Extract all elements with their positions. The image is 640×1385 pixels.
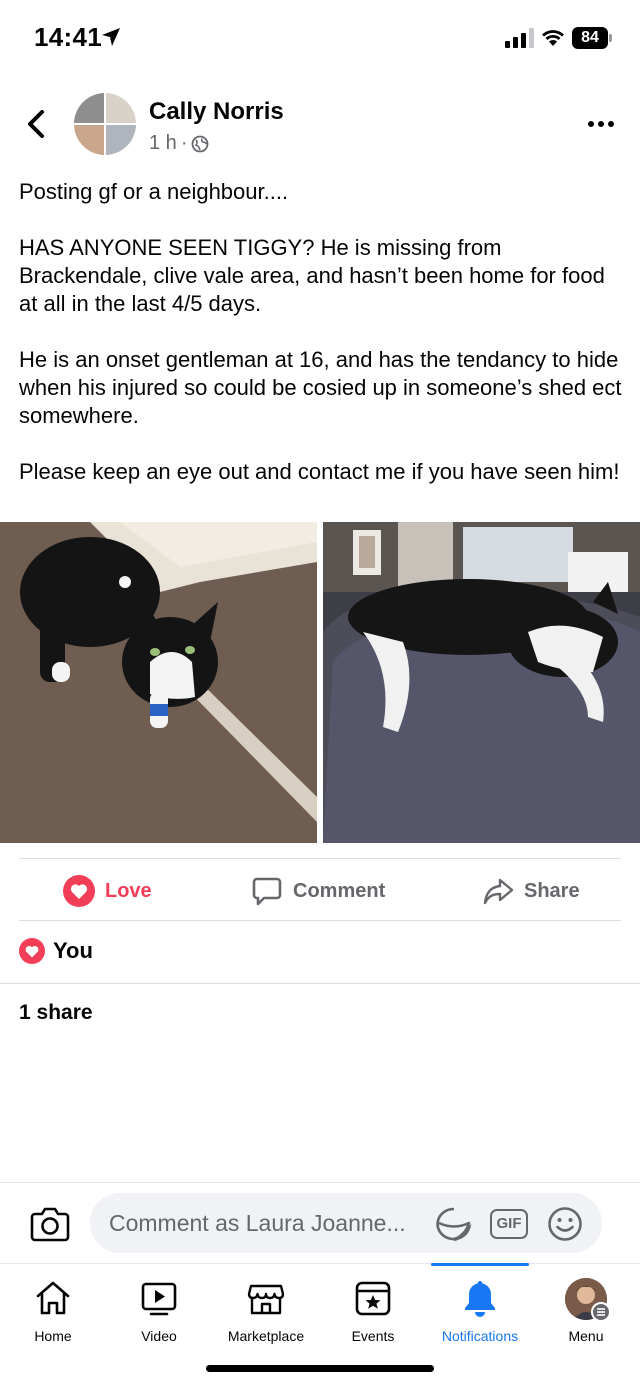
battery-tip	[609, 34, 612, 42]
sticker-icon[interactable]	[435, 1206, 473, 1242]
nav-menu-label: Menu	[568, 1328, 604, 1344]
menu-badge-icon	[591, 1302, 611, 1322]
nav-notifications[interactable]: Notifications	[427, 1264, 533, 1354]
camera-icon[interactable]	[30, 1205, 70, 1243]
reactions-summary[interactable]: You	[19, 938, 93, 964]
nav-events[interactable]: Events	[320, 1264, 426, 1354]
wifi-icon	[542, 30, 564, 46]
more-dot	[588, 121, 594, 127]
divider	[0, 983, 640, 984]
love-label: Love	[105, 879, 152, 902]
cat-photo-sleeping[interactable]	[323, 522, 640, 843]
nav-video[interactable]: Video	[106, 1264, 212, 1354]
divider	[19, 858, 621, 859]
post-paragraph: Posting gf or a neighbour....	[19, 179, 289, 204]
post-time: 1 h	[149, 132, 177, 154]
nav-home-label: Home	[34, 1328, 72, 1344]
love-reaction-icon	[19, 938, 45, 964]
battery-level: 84	[572, 27, 608, 49]
home-indicator	[206, 1365, 434, 1372]
nav-notifications-label: Notifications	[441, 1328, 519, 1344]
share-count[interactable]: 1 share	[19, 1001, 93, 1025]
nav-menu[interactable]: Menu	[533, 1264, 639, 1354]
post-paragraph: Please keep an eye out and contact me if…	[19, 459, 620, 484]
post-text: Posting gf or a neighbour.... HAS ANYONE…	[19, 178, 624, 486]
cellular-signal-icon	[505, 28, 534, 48]
status-bar: 14:41 84	[0, 0, 640, 78]
comment-placeholder: Comment as Laura Joanne...	[109, 1210, 406, 1236]
more-options-button[interactable]	[588, 112, 616, 136]
meta-separator: ·	[180, 132, 188, 154]
emoji-icon[interactable]	[547, 1206, 583, 1242]
video-icon	[141, 1282, 177, 1316]
marketplace-icon	[247, 1284, 285, 1315]
divider	[19, 920, 621, 921]
comment-button[interactable]: Comment	[251, 873, 385, 909]
love-reaction-icon	[63, 875, 95, 907]
nav-video-label: Video	[141, 1328, 177, 1344]
composer-divider	[0, 1182, 640, 1183]
gif-button[interactable]: GIF	[490, 1209, 528, 1239]
comment-input[interactable]: Comment as Laura Joanne... GIF	[90, 1193, 602, 1253]
reactions-label: You	[53, 938, 93, 963]
love-button[interactable]: Love	[63, 873, 152, 909]
events-icon	[355, 1281, 391, 1316]
post-paragraph: He is an onset gentleman at 16, and has …	[19, 347, 622, 428]
bell-icon	[465, 1281, 495, 1317]
post-paragraph: HAS ANYONE SEEN TIGGY? He is missing fro…	[19, 235, 605, 316]
nav-events-label: Events	[351, 1328, 395, 1344]
battery-indicator: 84	[572, 27, 612, 49]
nav-marketplace-label: Marketplace	[227, 1328, 305, 1344]
back-button[interactable]	[22, 106, 52, 142]
comment-icon	[252, 877, 282, 906]
more-dot	[608, 121, 614, 127]
share-label: Share	[524, 879, 580, 902]
nav-home[interactable]: Home	[0, 1264, 106, 1354]
cat-photo-standing[interactable]	[0, 522, 317, 843]
nav-marketplace[interactable]: Marketplace	[213, 1264, 319, 1354]
author-name[interactable]: Cally Norris	[149, 98, 284, 126]
post-meta: 1 h ·	[149, 132, 209, 155]
home-icon	[36, 1281, 70, 1315]
status-time: 14:41	[34, 22, 102, 52]
location-arrow-icon	[102, 28, 120, 46]
more-dot	[598, 121, 604, 127]
globe-icon	[192, 135, 209, 152]
share-button[interactable]: Share	[482, 873, 580, 909]
author-avatar[interactable]	[74, 93, 136, 155]
comment-label: Comment	[293, 879, 386, 902]
share-icon	[483, 878, 514, 905]
